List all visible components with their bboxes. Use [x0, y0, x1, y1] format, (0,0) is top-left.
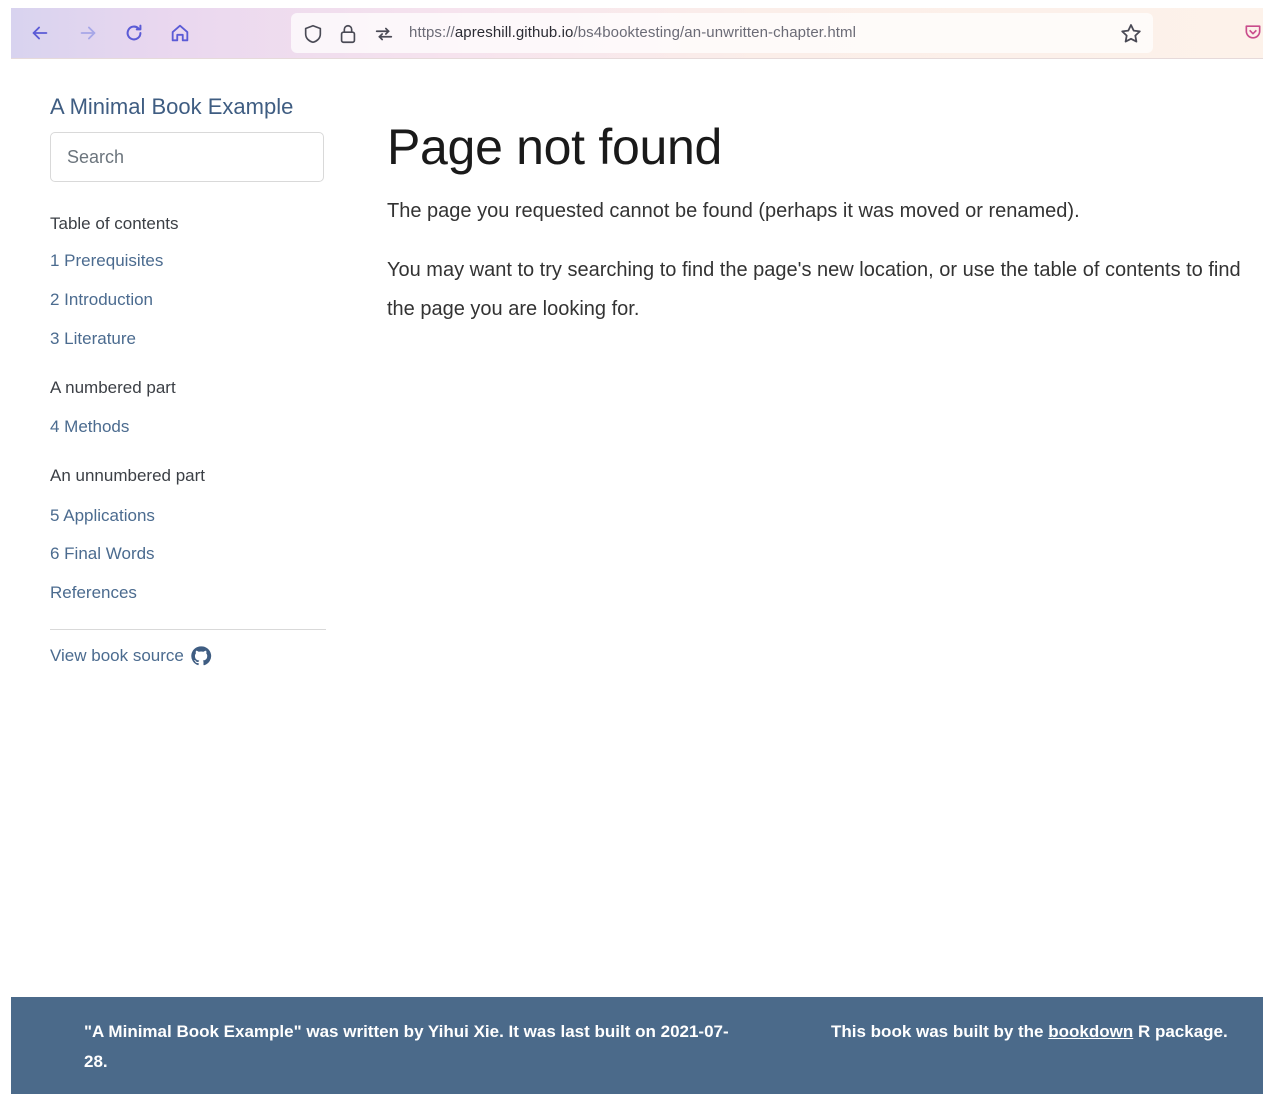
search-input[interactable]	[50, 132, 324, 182]
main-content: Page not found The page you requested ca…	[387, 119, 1257, 321]
footer-built-prefix: This book was built by the	[831, 1022, 1049, 1041]
toc-link-introduction[interactable]: 2 Introduction	[50, 290, 153, 310]
toc-link-prerequisites[interactable]: 1 Prerequisites	[50, 251, 163, 271]
toc-link-methods[interactable]: 4 Methods	[50, 417, 129, 437]
toc-part-unnumbered: An unnumbered part	[50, 466, 205, 485]
pocket-icon[interactable]	[1243, 22, 1263, 42]
toc-link-literature[interactable]: 3 Literature	[50, 329, 136, 349]
sidebar: A Minimal Book Example Table of contents…	[50, 88, 326, 666]
footer-book-name: "A Minimal Book Example"	[84, 1022, 302, 1041]
browser-toolbar: https://apreshill.github.io/bs4booktesti…	[11, 8, 1263, 59]
home-icon[interactable]	[168, 21, 192, 45]
footer-credits: "A Minimal Book Example" was written by …	[84, 1017, 734, 1077]
toc-link-applications[interactable]: 5 Applications	[50, 506, 155, 526]
view-book-source-link[interactable]: View book source	[50, 645, 212, 667]
back-icon[interactable]	[28, 21, 52, 45]
footer: "A Minimal Book Example" was written by …	[11, 997, 1263, 1094]
reload-icon[interactable]	[122, 21, 146, 45]
toc-link-references[interactable]: References	[50, 583, 137, 603]
book-title-link[interactable]: A Minimal Book Example	[50, 94, 326, 120]
toc-part-numbered: A numbered part	[50, 378, 176, 397]
bookdown-link[interactable]: bookdown	[1048, 1022, 1133, 1041]
shield-icon[interactable]	[302, 23, 324, 45]
search-suggestion: You may want to try searching to find th…	[387, 259, 1241, 320]
star-icon[interactable]	[1119, 22, 1143, 46]
url-text[interactable]: https://apreshill.github.io/bs4booktesti…	[409, 24, 856, 41]
url-bar[interactable]: https://apreshill.github.io/bs4booktesti…	[291, 13, 1153, 53]
footer-built-with: This book was built by the bookdown R pa…	[831, 1017, 1228, 1047]
permissions-icon[interactable]	[373, 23, 395, 45]
not-found-message: The page you requested cannot be found (…	[387, 200, 1080, 222]
sidebar-divider	[50, 629, 326, 630]
toc-link-final-words[interactable]: 6 Final Words	[50, 544, 155, 564]
forward-icon[interactable]	[76, 21, 100, 45]
view-book-source-label: View book source	[50, 646, 184, 665]
page-title: Page not found	[387, 119, 722, 175]
lock-icon[interactable]	[337, 23, 359, 45]
footer-built-suffix: R package.	[1133, 1022, 1228, 1041]
toc-heading: Table of contents	[50, 214, 179, 233]
github-icon	[190, 645, 212, 667]
